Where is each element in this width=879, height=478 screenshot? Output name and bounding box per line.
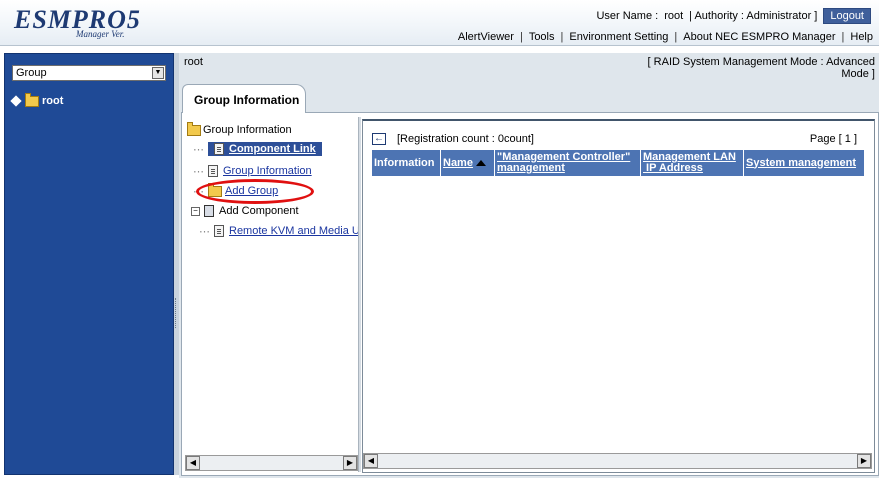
document-icon	[214, 225, 224, 237]
arrow-left-icon[interactable]: ←	[372, 133, 386, 145]
nav-tree-root[interactable]: root	[10, 92, 64, 109]
raid-mode-line2: Mode ]	[841, 68, 875, 80]
server-icon	[204, 205, 214, 217]
tree-item-label: Component Link	[208, 141, 322, 157]
page-number[interactable]: 1	[845, 133, 851, 145]
nav-tree-root-label: root	[42, 95, 64, 107]
raid-mode-label: [ RAID System Management Mode : Advanced…	[635, 56, 875, 80]
document-icon	[214, 143, 224, 156]
menu-help[interactable]: Help	[850, 31, 873, 43]
menu-alertviewer[interactable]: AlertViewer	[458, 31, 514, 43]
page-label: Page [	[809, 133, 842, 145]
tree-root-label: Group Information	[203, 124, 292, 136]
tree-item-label: Remote KVM and Media U	[229, 225, 360, 237]
tab-group-information[interactable]: Group Information	[182, 84, 306, 113]
scroll-right-icon[interactable]: ▶	[343, 456, 357, 470]
esmpro-logo: ESMPRO5 Manager Ver.	[10, 3, 180, 43]
menu-tools[interactable]: Tools	[529, 31, 555, 43]
document-icon	[208, 165, 218, 177]
sort-ascending-icon[interactable]	[475, 160, 486, 166]
page-indicator: Page [ 1 ]	[810, 133, 857, 145]
menu-about[interactable]: About NEC ESMPRO Manager	[683, 31, 835, 43]
top-menu: AlertViewer | Tools | Environment Settin…	[458, 30, 873, 44]
group-select[interactable]: Group ▼	[12, 65, 166, 81]
tree-item-label: Add Component	[219, 205, 299, 217]
column-management-lan[interactable]: Management LAN IP Address	[641, 150, 744, 176]
tree-item-label: Group Information	[223, 165, 312, 177]
page-close: ]	[853, 133, 857, 145]
user-name-label: User Name :	[596, 10, 659, 22]
folder-icon	[187, 121, 201, 136]
registration-count: [Registration count : 0count]	[397, 133, 534, 145]
tree-item-add-component[interactable]: − Add Component	[191, 203, 299, 219]
list-horizontal-scrollbar[interactable]: ◀ ▶	[363, 453, 872, 469]
menu-separator: |	[519, 31, 523, 43]
highlight-circle	[196, 179, 314, 204]
chevron-down-icon[interactable]: ▼	[152, 67, 164, 79]
current-path: root	[184, 56, 203, 68]
group-tree-panel: Group Information ⋯ Component Link ⋯ Gro…	[183, 117, 360, 472]
column-name[interactable]: Name	[441, 150, 495, 176]
list-header: Information Name "Management Controller"…	[372, 150, 865, 176]
logout-button[interactable]: Logout	[823, 8, 871, 24]
tree-item-group-information[interactable]: ⋯ Group Information	[193, 163, 312, 179]
collapse-icon[interactable]: −	[191, 206, 200, 216]
expand-diamond-icon[interactable]	[10, 95, 22, 107]
menu-separator: |	[841, 31, 845, 43]
logo-version: Manager Ver.	[76, 29, 125, 39]
menu-separator: |	[674, 31, 678, 43]
group-select-value: Group	[16, 67, 47, 79]
tree-root-item[interactable]: Group Information	[187, 121, 292, 138]
navigation-panel	[4, 53, 174, 475]
tree-item-component-link[interactable]: ⋯ Component Link	[193, 141, 322, 157]
column-information: Information	[372, 150, 441, 176]
user-name-value: root	[664, 10, 684, 22]
scroll-left-icon[interactable]: ◀	[364, 454, 378, 468]
raid-mode-line1: [ RAID System Management Mode : Advanced	[647, 56, 875, 68]
tree-horizontal-scrollbar[interactable]: ◀ ▶	[185, 455, 358, 471]
tree-item-remote-kvm[interactable]: ⋯ Remote KVM and Media U	[199, 223, 360, 239]
column-management-controller[interactable]: "Management Controller" management	[495, 150, 641, 176]
column-system-management[interactable]: System management	[744, 150, 865, 176]
menu-environment-setting[interactable]: Environment Setting	[569, 31, 668, 43]
inner-splitter[interactable]	[358, 117, 361, 472]
menu-separator: |	[560, 31, 564, 43]
scroll-right-icon[interactable]: ▶	[857, 454, 871, 468]
authority-label: | Authority : Administrator ]	[689, 10, 818, 22]
scroll-left-icon[interactable]: ◀	[186, 456, 200, 470]
user-info: User Name : root | Authority : Administr…	[596, 8, 871, 24]
folder-icon	[25, 92, 39, 107]
